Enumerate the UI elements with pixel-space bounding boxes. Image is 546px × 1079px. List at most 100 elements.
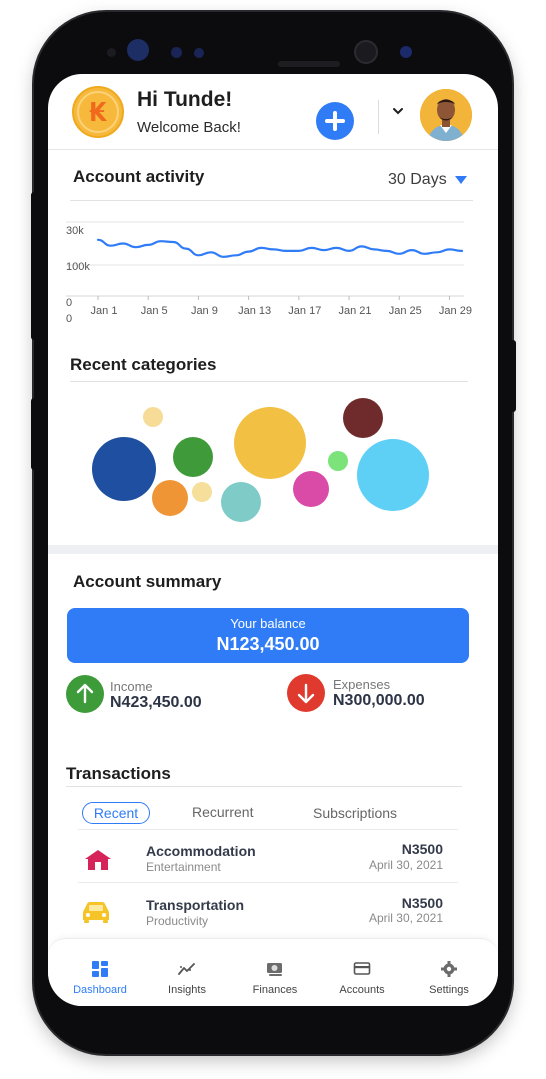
category-bubble[interactable] bbox=[357, 439, 429, 511]
transaction-name: Transportation bbox=[146, 897, 245, 913]
sensor-dot bbox=[107, 48, 116, 57]
category-bubble[interactable] bbox=[92, 437, 156, 501]
transaction-icon bbox=[80, 900, 112, 929]
header-divider bbox=[378, 100, 379, 134]
tab-recent[interactable]: Recent bbox=[82, 802, 150, 824]
transaction-name: Accommodation bbox=[146, 843, 256, 859]
income-badge bbox=[66, 675, 104, 713]
transaction-date: April 30, 2021 bbox=[368, 858, 443, 872]
app-screen: ₭ Hi Tunde! Welcome Back! Account activi… bbox=[48, 74, 498, 1006]
category-bubble[interactable] bbox=[293, 471, 329, 507]
nav-dashboard[interactable]: Dashboard bbox=[60, 939, 140, 1006]
app-logo: ₭ bbox=[72, 86, 124, 138]
tabs-divider bbox=[78, 829, 458, 830]
nav-finances[interactable]: Finances bbox=[235, 939, 315, 1006]
category-bubble[interactable] bbox=[192, 482, 212, 502]
bottom-nav: Dashboard Insights Finances Accounts Set… bbox=[48, 938, 498, 1006]
range-value: 30 Days bbox=[388, 171, 447, 188]
x-tick-label: Jan 1 bbox=[91, 305, 118, 317]
transaction-icon bbox=[84, 849, 112, 876]
category-bubble[interactable] bbox=[234, 407, 306, 479]
expenses-value: N300,000.00 bbox=[333, 692, 425, 709]
transaction-amount: N3500 bbox=[401, 895, 443, 911]
arrow-down-icon bbox=[297, 683, 315, 704]
category-bubble[interactable] bbox=[221, 482, 261, 522]
caret-down-icon bbox=[454, 175, 467, 184]
nav-insights[interactable]: Insights bbox=[147, 939, 227, 1006]
arrow-up-icon bbox=[76, 683, 94, 704]
y-tick-label: 0 bbox=[66, 297, 72, 309]
tab-recurrent[interactable]: Recurrent bbox=[192, 804, 253, 820]
finances-icon bbox=[267, 963, 282, 976]
transaction-amount: N3500 bbox=[401, 841, 443, 857]
income-label: Income bbox=[110, 679, 153, 694]
category-bubble[interactable] bbox=[143, 407, 163, 427]
activity-chart: 30k 100k 0 0 Jan 1 Jan 5 Jan 9 Jan 13 Jan 17 Jan … bbox=[66, 221, 472, 324]
balance-card[interactable]: Your balance N123,450.00 bbox=[67, 608, 469, 663]
profile-menu-toggle[interactable] bbox=[391, 104, 405, 121]
category-bubble[interactable] bbox=[328, 451, 348, 471]
nav-label: Accounts bbox=[339, 984, 385, 996]
x-tick-label: Jan 21 bbox=[339, 305, 372, 317]
nav-label: Finances bbox=[252, 984, 298, 996]
add-button[interactable] bbox=[316, 102, 354, 140]
sensor-dot bbox=[171, 47, 182, 58]
y-tick-label: 30k bbox=[66, 225, 84, 237]
transactions-title: Transactions bbox=[66, 764, 171, 783]
section-separator bbox=[48, 545, 498, 554]
categories-bubble-chart bbox=[92, 398, 429, 522]
transactions-divider bbox=[66, 786, 462, 787]
y-tick-label: 100k bbox=[66, 261, 90, 273]
logo-icon: ₭ bbox=[77, 91, 119, 133]
categories-title: Recent categories bbox=[70, 355, 217, 374]
house-icon bbox=[85, 850, 111, 870]
series-line bbox=[96, 238, 464, 258]
dashboard-icon bbox=[92, 961, 108, 977]
greeting-title: Hi Tunde! bbox=[137, 88, 233, 111]
plus-icon bbox=[325, 111, 345, 131]
x-tick-label: Jan 5 bbox=[141, 305, 168, 317]
nav-settings[interactable]: Settings bbox=[409, 939, 489, 1006]
front-camera bbox=[354, 40, 378, 64]
logo-glyph: ₭ bbox=[89, 98, 108, 128]
summary-title: Account summary bbox=[73, 572, 222, 591]
balance-value: N123,450.00 bbox=[216, 634, 320, 654]
sensor-dot bbox=[194, 48, 204, 58]
chevron-down-icon bbox=[393, 108, 403, 115]
category-bubble[interactable] bbox=[173, 437, 213, 477]
side-button bbox=[510, 340, 516, 412]
row-divider bbox=[78, 882, 458, 883]
x-tick-label: Jan 9 bbox=[191, 305, 218, 317]
avatar-image bbox=[420, 89, 472, 141]
category-bubble[interactable] bbox=[152, 480, 188, 516]
insights-icon bbox=[178, 963, 195, 975]
nav-accounts[interactable]: Accounts bbox=[322, 939, 402, 1006]
x-tick-label: Jan 29 bbox=[439, 305, 472, 317]
side-button bbox=[31, 192, 37, 340]
category-bubble[interactable] bbox=[343, 398, 383, 438]
categories-divider bbox=[70, 381, 468, 382]
avatar[interactable] bbox=[420, 89, 472, 141]
x-tick-label: Jan 13 bbox=[238, 305, 271, 317]
gear-icon bbox=[441, 961, 457, 977]
expenses-badge bbox=[287, 674, 325, 712]
income-value: N423,450.00 bbox=[110, 694, 202, 711]
nav-label: Settings bbox=[429, 984, 469, 996]
welcome-subtitle: Welcome Back! bbox=[137, 119, 241, 136]
car-icon bbox=[83, 902, 109, 923]
sensor-lens bbox=[127, 39, 149, 61]
nav-label: Dashboard bbox=[73, 984, 127, 996]
side-button bbox=[31, 398, 37, 470]
transaction-category: Productivity bbox=[146, 914, 209, 928]
x-tick-label: Jan 17 bbox=[288, 305, 321, 317]
tab-subscriptions[interactable]: Subscriptions bbox=[313, 805, 397, 821]
accounts-icon bbox=[353, 962, 371, 975]
range-dropdown[interactable]: 30 Days bbox=[388, 171, 467, 189]
earpiece-speaker bbox=[278, 61, 340, 67]
sensor-lens bbox=[400, 46, 412, 58]
balance-label: Your balance bbox=[230, 616, 306, 631]
nav-label: Insights bbox=[168, 984, 206, 996]
transaction-date: April 30, 2021 bbox=[368, 911, 443, 925]
y-tick-label: 0 bbox=[66, 313, 72, 324]
activity-title: Account activity bbox=[73, 167, 205, 186]
